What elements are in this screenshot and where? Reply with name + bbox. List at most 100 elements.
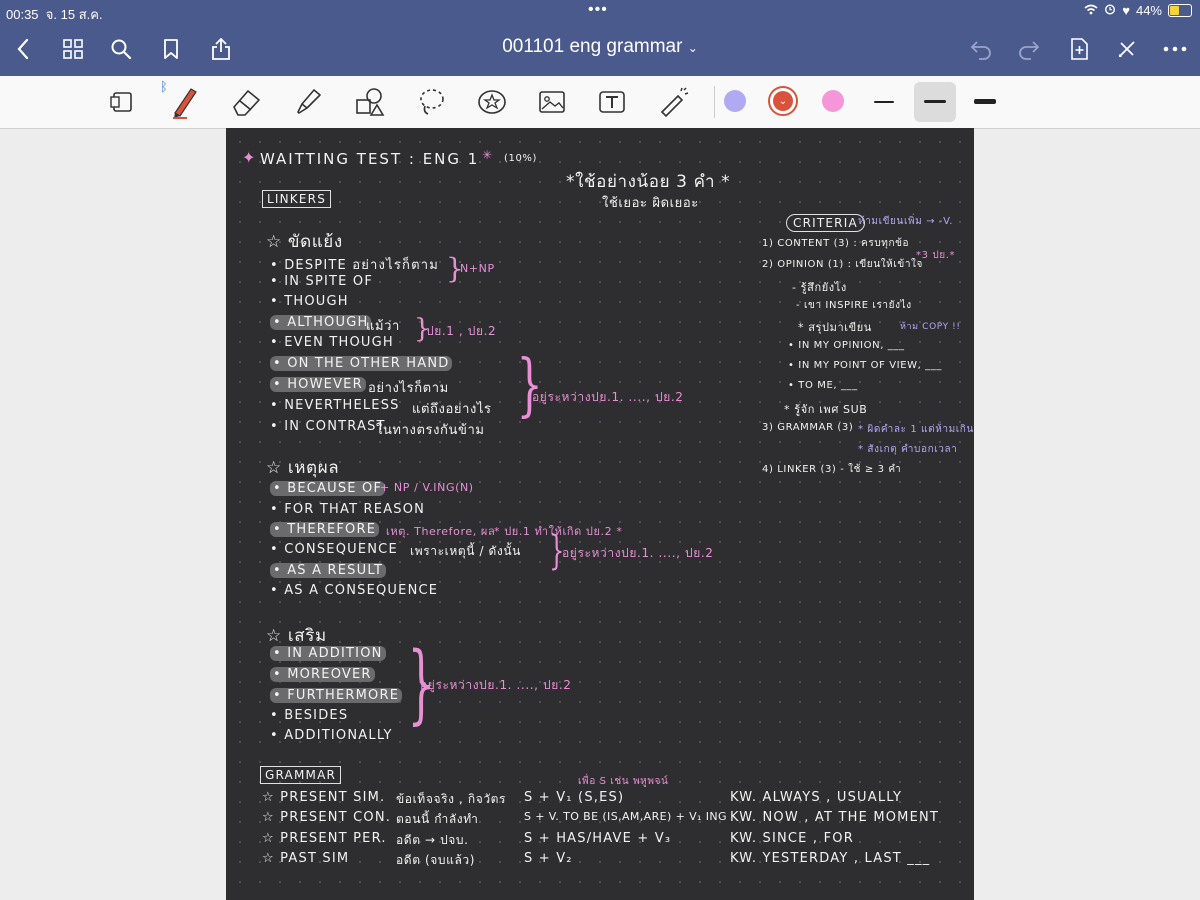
linker-item: • CONSEQUENCE [270, 542, 398, 557]
highlighted-text: • AS A RESULT [270, 563, 387, 578]
highlighter-icon[interactable] [288, 84, 328, 120]
grammar-tense-keywords: KW. NOW , AT THE MOMENT [730, 810, 940, 825]
linker-item: • AS A CONSEQUENCE [270, 583, 439, 598]
redo-icon[interactable] [1014, 34, 1044, 64]
close-pen-icon[interactable] [1112, 34, 1142, 64]
note-title-percent: (10%) [504, 153, 538, 164]
grammar-tense-name: ☆ PRESENT CON. [262, 810, 392, 825]
pen-icon[interactable] [164, 84, 204, 120]
linker-item: • HOWEVER [270, 377, 366, 392]
more-icon[interactable] [1160, 34, 1190, 64]
linkers-heading: LINKERS [262, 190, 332, 208]
nevertheless-note: แต่ถึงอย่างไร [412, 402, 492, 417]
grammar-tense-name: ☆ PRESENT PER. [262, 831, 387, 846]
linker-item: • IN SPITE OF [270, 274, 374, 289]
heart-icon: ♥ [1122, 3, 1130, 18]
text-icon[interactable] [592, 84, 632, 120]
grammar-tense-keywords: KW. SINCE , FOR [730, 831, 854, 846]
status-date: จ. 15 ส.ค. [45, 7, 103, 22]
linker-item: • DESPITE อย่างไรก็ตาม [270, 258, 440, 273]
alarm-icon [1104, 3, 1116, 18]
grammar-tense-meaning: ตอนนี้ กำลังทำ [396, 812, 479, 826]
highlighted-text: • ON THE OTHER HAND [270, 356, 453, 371]
however-note: อย่างไรก็ตาม [368, 381, 449, 396]
grammar-tense-keywords: KW. ALWAYS , USUALLY [730, 790, 903, 805]
highlighted-text: • ALTHOUGH [270, 315, 372, 330]
drawing-toolbar: ᛒ ⌄ [0, 76, 1200, 129]
status-time: 00:35 [6, 7, 39, 22]
brace-icon: } [516, 346, 543, 425]
status-bar: 00:35 จ. 15 ส.ค. ••• ♥ 44% [0, 0, 1200, 24]
addition-heading: ☆ เสริม [266, 626, 327, 646]
criteria-item: • IN MY POINT OF VIEW, ___ [788, 360, 942, 371]
criteria-item: * สรุปมาเขียน [798, 321, 872, 334]
criteria-item: 4) LINKER (3) - ใช้ ≥ 3 คำ [762, 464, 902, 475]
np-note: N+NP [460, 262, 495, 275]
color-swatch-selected-ring[interactable]: ⌄ [768, 86, 798, 116]
grammar-tense-form: S + HAS/HAVE + V₃ [524, 831, 672, 846]
battery-fill [1170, 6, 1179, 15]
color-swatch-pink[interactable] [822, 90, 844, 112]
linker-item: • THOUGH [270, 294, 349, 309]
stroke-thin[interactable] [874, 101, 894, 103]
highlighted-text: • IN ADDITION [270, 646, 386, 661]
grammar-annotation: เพื่อ S เช่น พหูพจน์ [578, 776, 669, 787]
undo-icon[interactable] [966, 34, 996, 64]
shapes-icon[interactable] [350, 84, 390, 120]
grammar-heading: GRAMMAR [260, 766, 342, 784]
criteria-item: 2) OPINION (1) : เขียนให้เข้าใจ [762, 259, 923, 270]
battery-icon [1168, 4, 1192, 17]
highlighted-text: • FURTHERMORE [270, 688, 403, 703]
criteria-item: - รู้สึกยังไง [792, 281, 847, 294]
therefore-note: เหตุ. Therefore, ผล [386, 525, 496, 538]
document-title-text: 001101 eng grammar [502, 36, 683, 57]
criteria-item: • IN MY OPINION, ___ [788, 340, 905, 351]
battery-percent: 44% [1135, 3, 1162, 18]
highlighted-text: • HOWEVER [270, 377, 366, 392]
multitasking-dots-icon[interactable]: ••• [588, 1, 608, 19]
contrast-position-note: อยู่ระหว่างปย.1. ...., ปย.2 [532, 390, 684, 404]
highlighted-text: • THEREFORE [270, 522, 380, 537]
criteria-item: • TO ME, ___ [788, 380, 858, 391]
lasso-reading-icon[interactable] [102, 84, 142, 120]
sticker-icon[interactable] [472, 84, 512, 120]
stroke-thick[interactable] [974, 99, 996, 104]
grammar-tense-form: S + V₁ (S,ES) [524, 790, 625, 805]
image-icon[interactable] [532, 84, 572, 120]
eraser-icon[interactable] [226, 84, 266, 120]
linker-item: • THEREFORE [270, 522, 380, 537]
criteria-item: * รู้จัก เพศ SUB [784, 403, 868, 416]
grammar-note-2: * สังเกตุ คำบอกเวลา [858, 444, 958, 455]
sparkle-icon: ✦ [242, 148, 257, 167]
linker-item: • ON THE OTHER HAND [270, 356, 453, 371]
toolbar-divider [714, 86, 715, 118]
navigation-bar: 001101 eng grammar ⌄ [0, 24, 1200, 76]
sparkle-icon: ✳ [482, 148, 493, 162]
linker-item: • FOR THAT REASON [270, 502, 426, 517]
stroke-medium[interactable] [924, 100, 946, 103]
linker-item: • IN ADDITION [270, 646, 386, 661]
note-title: WAITTING TEST : ENG 1 [260, 150, 480, 168]
grammar-tense-meaning: ข้อเท็จจริง , กิจวัตร [396, 792, 507, 806]
linker-item: • BECAUSE OF [270, 481, 386, 496]
grammar-tense-form: S + V₂ [524, 851, 573, 866]
criteria-item: 1) CONTENT (3) : ครบทุกข้อ [762, 238, 910, 249]
linker-item: • IN CONTRAST [270, 419, 386, 434]
grammar-tense-keywords: KW. YESTERDAY , LAST ___ [730, 851, 931, 866]
linker-item: • EVEN THOUGH [270, 335, 394, 350]
highlighted-text: • BECAUSE OF [270, 481, 386, 496]
color-swatch-lavender[interactable] [724, 90, 746, 112]
linker-item: • ALTHOUGH [270, 315, 372, 330]
because-note: + NP / V.ING(N) [380, 481, 474, 494]
note-subtitle-2: ใช้เยอะ ผิดเยอะ [602, 196, 699, 211]
grammar-note-1: * ผิดคำละ 1 แต่ห้ามเกิน [858, 424, 974, 435]
laser-icon[interactable] [654, 84, 694, 120]
contrast-heading: ☆ ขัดแย้ง [266, 232, 343, 252]
no-copy-note: ห้าม COPY !! [900, 322, 961, 332]
criteria-item: 3) GRAMMAR (3) [762, 422, 854, 433]
although-note: แม้ว่า [366, 319, 400, 334]
linker-item: • FURTHERMORE [270, 688, 403, 703]
add-page-icon[interactable] [1064, 34, 1094, 64]
lasso-icon[interactable] [412, 84, 452, 120]
note-page[interactable]: ✦ WAITTING TEST : ENG 1 ✳ (10%) *ใช้อย่า… [226, 128, 974, 900]
